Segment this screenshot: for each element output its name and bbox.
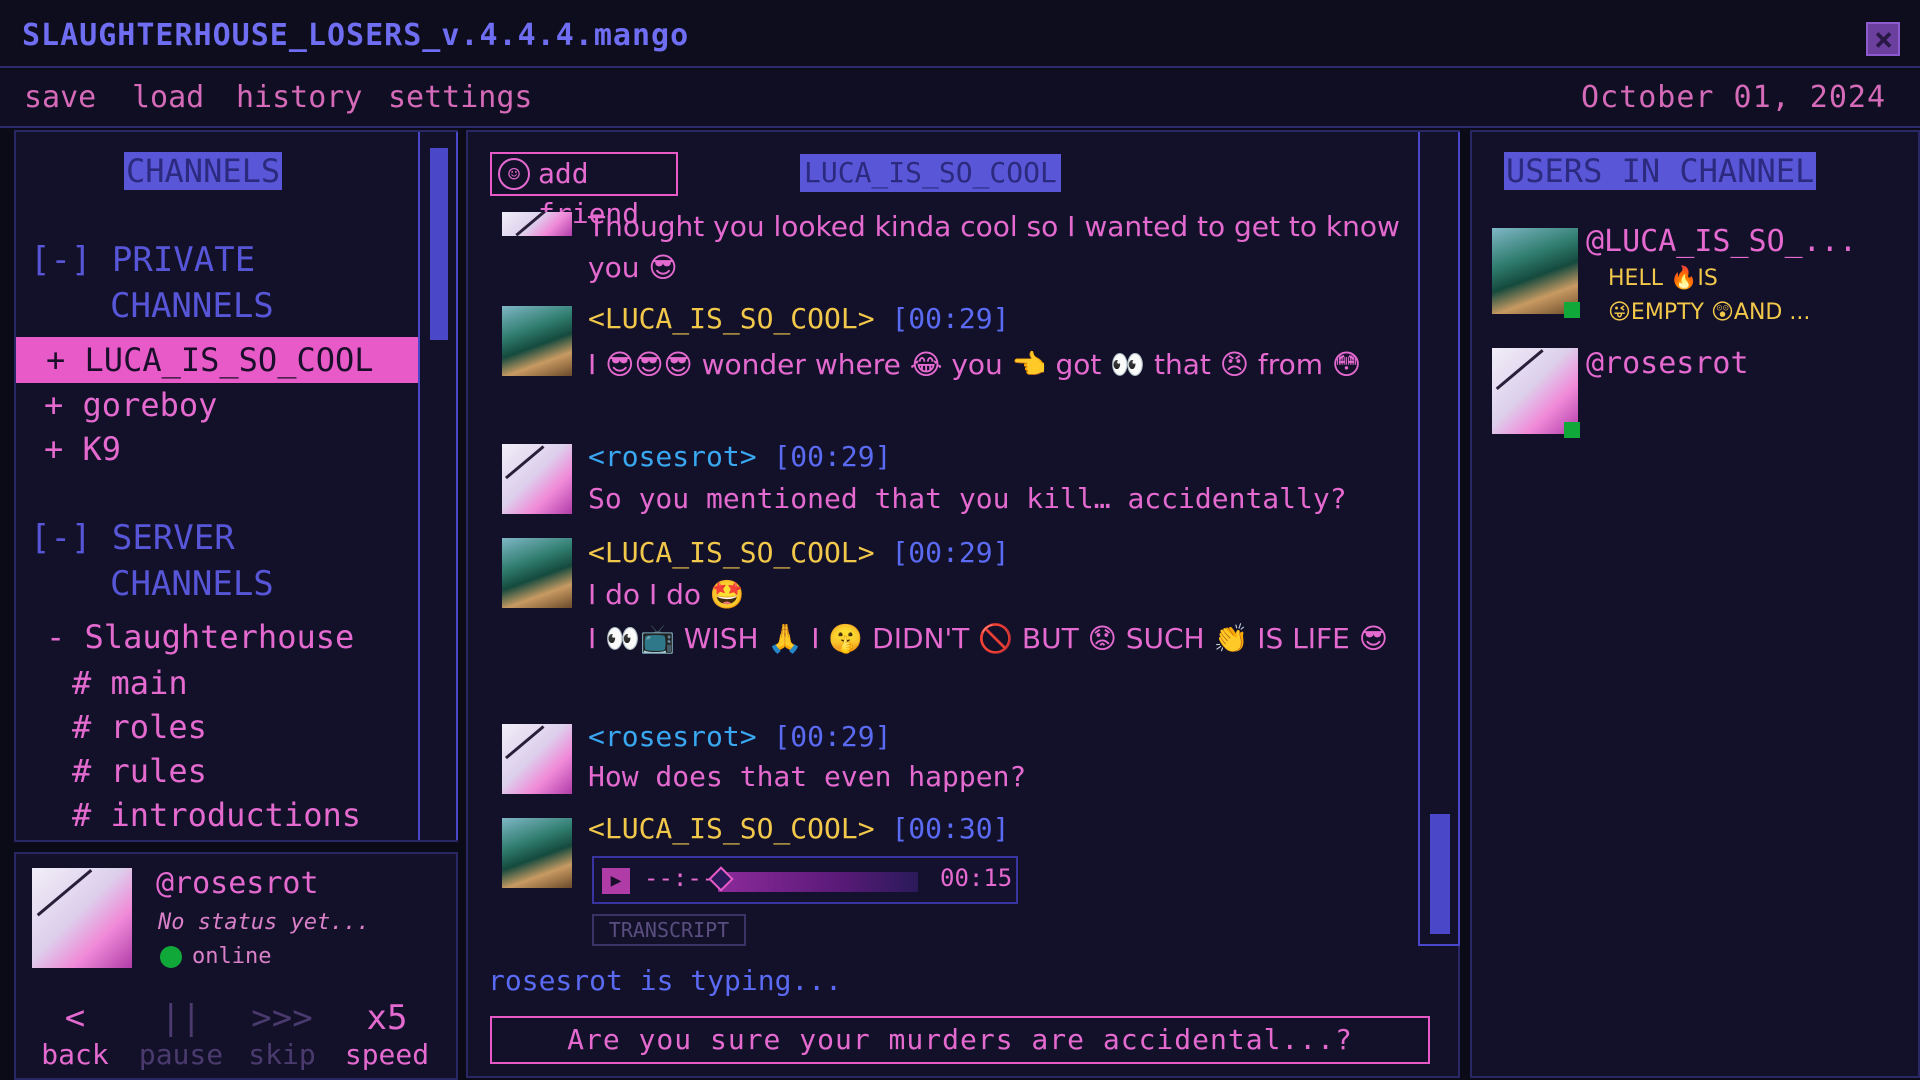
chat-panel: ☺ add friend LUCA_IS_SO_COOL Thought you…	[466, 130, 1460, 1078]
close-icon[interactable]	[1866, 20, 1900, 58]
user-name-luca[interactable]: @LUCA_IS_SO_...	[1586, 224, 1857, 259]
server-slaughterhouse[interactable]: - Slaughterhouse	[46, 618, 354, 656]
message-text: I 👀📺 WISH 🙏 I 🤫 DIDN'T 🚫 BUT 😟 SUCH 👏 IS…	[588, 622, 1388, 655]
speed-label: speed	[344, 1038, 430, 1071]
message-text: Thought you looked kinda cool so I wante…	[588, 210, 1400, 284]
speed-button[interactable]: x5 speed	[332, 998, 442, 1071]
channels-header: CHANNELS	[124, 152, 283, 190]
chat-scrollbar[interactable]	[1418, 132, 1460, 946]
smiley-icon: ☺	[498, 158, 530, 190]
users-panel: USERS IN CHANNEL @LUCA_IS_SO_... HELL 🔥I…	[1470, 130, 1920, 1078]
typing-indicator: rosesrot is typing...	[488, 964, 843, 997]
server-channels-label: CHANNELS	[110, 564, 274, 604]
message-avatar	[502, 212, 572, 236]
voice-message-player: ▶ --:-- 00:15	[592, 856, 1018, 904]
message-timestamp: [00:29]	[891, 536, 1010, 569]
online-dot-icon	[1564, 422, 1580, 438]
user-status-luca: HELL 🔥IS	[1608, 266, 1718, 291]
add-friend-button[interactable]: ☺ add friend	[490, 152, 678, 230]
channel-item-k9[interactable]: + K9	[44, 430, 121, 468]
channels-scrollbar[interactable]	[418, 132, 458, 840]
user-name-rosesrot[interactable]: @rosesrot	[1586, 346, 1749, 381]
message-username[interactable]: <LUCA_IS_SO_COOL>	[588, 812, 875, 845]
menu-load[interactable]: load	[132, 80, 204, 115]
message-timestamp: [00:29]	[891, 302, 1010, 335]
pause-icon: ||	[160, 998, 202, 1038]
message-username[interactable]: <LUCA_IS_SO_COOL>	[588, 302, 875, 335]
message-username[interactable]: <LUCA_IS_SO_COOL>	[588, 536, 875, 569]
message-text: So you mentioned that you kill… accident…	[588, 482, 1347, 515]
pause-label: pause	[138, 1038, 224, 1071]
profile-online-text: online	[192, 944, 272, 969]
message-text: How does that even happen?	[588, 760, 1027, 793]
transcript-button[interactable]: TRANSCRIPT	[592, 914, 746, 946]
back-label: back	[41, 1038, 109, 1071]
message-avatar	[502, 724, 572, 794]
profile-card: @rosesrot No status yet... online < back…	[14, 852, 458, 1080]
message-timestamp: [00:29]	[773, 720, 892, 753]
message-header: <rosesrot> [00:29]	[588, 720, 891, 753]
skip-icon: >>>	[251, 998, 313, 1038]
audio-current-time: --:--	[644, 864, 717, 892]
speed-icon: x5	[366, 998, 408, 1038]
message-text: I 😎😎😎 wonder where 😂 you 👈 got 👀 that 😠 …	[588, 348, 1362, 381]
message-timestamp: [00:30]	[891, 812, 1010, 845]
channel-main[interactable]: # main	[72, 664, 188, 702]
online-dot-icon	[1564, 302, 1580, 318]
message-avatar	[502, 538, 572, 608]
message-avatar	[502, 306, 572, 376]
skip-label: skip	[248, 1038, 316, 1071]
online-dot-icon	[160, 946, 182, 968]
title-bar: SLAUGHTERHOUSE_LOSERS_v.4.4.4.mango	[0, 0, 1920, 68]
profile-avatar	[32, 868, 132, 968]
channel-introductions[interactable]: # introductions	[72, 796, 361, 834]
profile-name: @rosesrot	[156, 866, 319, 901]
pause-button[interactable]: || pause	[126, 998, 236, 1071]
menu-bar: save load history settings October 01, 2…	[0, 70, 1920, 128]
chat-scroll-thumb[interactable]	[1430, 814, 1450, 934]
channel-item-luca[interactable]: + LUCA_IS_SO_COOL	[16, 337, 418, 383]
channel-item-goreboy[interactable]: + goreboy	[44, 386, 217, 424]
menu-settings[interactable]: settings	[388, 80, 533, 115]
play-icon[interactable]: ▶	[602, 868, 630, 894]
channels-scroll-thumb[interactable]	[430, 148, 448, 340]
profile-status: No status yet...	[158, 910, 370, 935]
menu-history[interactable]: history	[236, 80, 362, 115]
private-channels-toggle[interactable]: [-] PRIVATE	[30, 236, 255, 284]
message-timestamp: [00:29]	[773, 440, 892, 473]
message-avatar	[502, 444, 572, 514]
users-header: USERS IN CHANNEL	[1504, 152, 1817, 190]
chat-title: LUCA_IS_SO_COOL	[800, 154, 1061, 192]
message-avatar	[502, 818, 572, 888]
message-header: <rosesrot> [00:29]	[588, 440, 891, 473]
message-header: <LUCA_IS_SO_COOL> [00:29]	[588, 536, 1009, 569]
back-button[interactable]: < back	[40, 998, 110, 1071]
window-title: SLAUGHTERHOUSE_LOSERS_v.4.4.4.mango	[22, 18, 690, 53]
audio-duration: 00:15	[940, 864, 1013, 892]
message-username[interactable]: <rosesrot>	[588, 440, 757, 473]
skip-button[interactable]: >>> skip	[242, 998, 322, 1071]
channel-rules[interactable]: # rules	[72, 752, 207, 790]
message-header: <LUCA_IS_SO_COOL> [00:29]	[588, 302, 1009, 335]
message-text: I do I do 🤩	[588, 578, 745, 611]
server-channels-toggle[interactable]: [-] SERVER	[30, 514, 235, 562]
back-icon: <	[64, 998, 86, 1038]
message-header: <LUCA_IS_SO_COOL> [00:30]	[588, 812, 1009, 845]
channel-roles[interactable]: # roles	[72, 708, 207, 746]
audio-progress-bar[interactable]	[718, 872, 918, 892]
message-username[interactable]: <rosesrot>	[588, 720, 757, 753]
private-channels-label: CHANNELS	[110, 286, 274, 326]
menu-save[interactable]: save	[24, 80, 96, 115]
user-status-luca: 😜EMPTY 😲AND ...	[1608, 300, 1811, 325]
message-input[interactable]: Are you sure your murders are accidental…	[490, 1016, 1430, 1064]
date-display: October 01, 2024	[1581, 80, 1886, 115]
channels-panel: CHANNELS [-] PRIVATE CHANNELS + LUCA_IS_…	[14, 130, 458, 842]
